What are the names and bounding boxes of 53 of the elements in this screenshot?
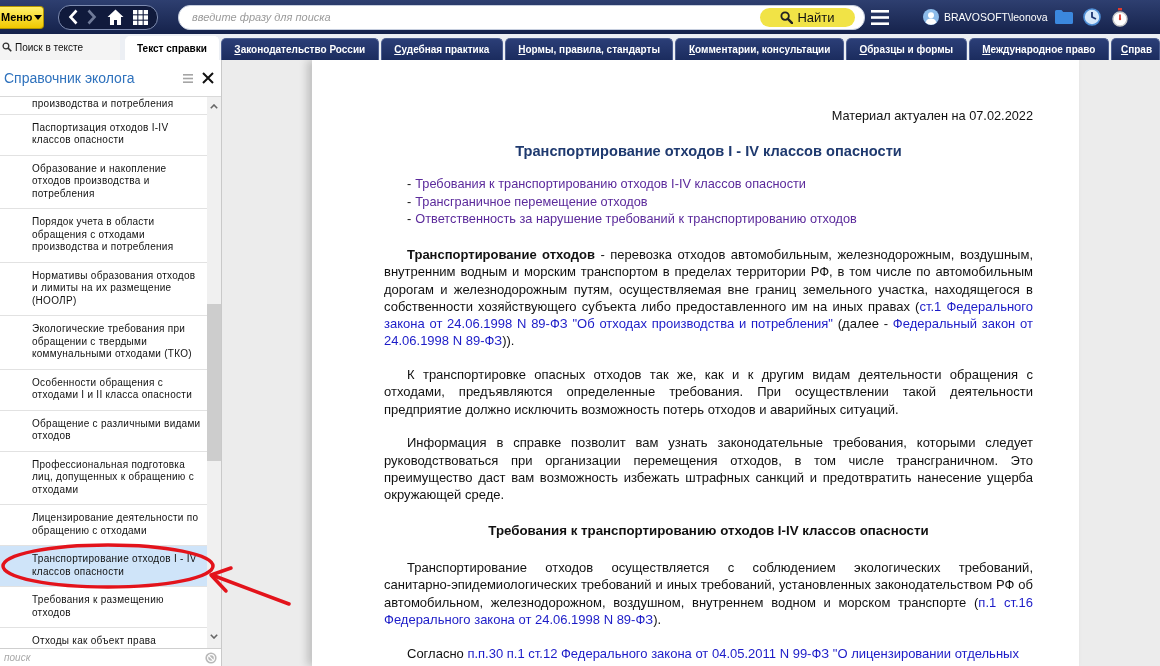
chevron-left-icon[interactable] — [67, 9, 78, 25]
search-icon — [2, 42, 12, 52]
grid-icon[interactable] — [133, 9, 149, 25]
list-dash: - — [407, 193, 412, 209]
list-dash: - — [407, 176, 412, 191]
search-field[interactable]: поиск — [4, 649, 201, 666]
sidebar-title: Справочник эколога — [4, 70, 136, 86]
search-icon — [780, 10, 794, 24]
scroll-down-icon[interactable] — [210, 634, 218, 639]
stopwatch-icon[interactable] — [1111, 7, 1128, 27]
menu-icon[interactable] — [871, 9, 889, 25]
user-name: BRAVOSOFT\leonova — [944, 11, 1048, 23]
scrollbar-thumb[interactable] — [207, 304, 221, 461]
tab[interactable]: Нормы, правила, стандарты — [504, 38, 674, 60]
tab[interactable]: Международное право — [968, 38, 1109, 60]
section-heading: Требования к транспортированию отходов I-IV классов опасности — [487, 521, 930, 539]
scrollbar[interactable] — [207, 97, 221, 648]
tab[interactable]: Комментарии, консультации — [675, 38, 844, 60]
text-link[interactable]: 24.06.1998 N 89-ФЗ — [384, 333, 503, 349]
user-icon — [923, 9, 939, 25]
caret-icon — [34, 14, 43, 20]
tab[interactable]: Образцы и формы — [845, 38, 967, 60]
clock-icon[interactable] — [1082, 8, 1101, 26]
date-note: Материал актуален на 07.02.2022 — [830, 107, 1033, 125]
paragraph: К транспортировке опасных отходов так же, как и к другим видам деятельности обращения с отходами, предъявляются определенные требования. При осуществлении такой деятельности предприятие должно исключить возможность потерь отходов и аварийных ситуаций. — [384, 366, 1033, 418]
text-link[interactable]: Федерального закона от 24.06.1998 N 89-ФЗ — [384, 611, 654, 627]
tab[interactable]: Справ — [1110, 38, 1160, 60]
sidebar-item[interactable]: производства и потребления — [0, 97, 207, 115]
tab[interactable]: Судебная практика — [380, 38, 503, 60]
find-button[interactable]: Найти — [760, 7, 855, 27]
text-link[interactable]: закона от 24.06.1998 N 89-ФЗ "Об отходах производства и потребления" — [384, 316, 833, 331]
scroll-up-icon[interactable] — [210, 104, 218, 109]
list-dash: - — [407, 211, 412, 226]
menu-button[interactable]: Меню — [0, 5, 44, 29]
search-field[interactable]: введите фразу для поиска Найти — [178, 4, 865, 30]
text-link[interactable]: ст.1 Федерального — [919, 298, 1033, 314]
home-icon[interactable] — [106, 9, 124, 25]
tab[interactable]: Законодательство России — [220, 38, 379, 60]
paragraph: Транспортирование отходов - перевозка отходов автомобильным, железнодорожным, воздушным, внутренним водным и морским транспортом в пределах территории РФ, в том числе по автомобильным дорогам и железнодорожным путям, осуществляемая вне границ земельного участка, находящегося в собственности хозяйствующего субъекта либо предоставленного им на иных правах (ст.1 Федерального закона от 24.06.1998 N 89-ФЗ "Об отходах производства и потребления" (далее - Федеральный закон от 24.06.1998 N 89-ФЗ)). — [384, 246, 1033, 350]
text-link[interactable]: Федеральный закон от — [892, 316, 1033, 331]
text-link[interactable]: п.1 ст.16 — [978, 594, 1033, 610]
document-title: Транспортирование отходов I - IV классов опасности — [514, 143, 903, 161]
tab[interactable]: Текст справки — [125, 36, 219, 60]
contents-link[interactable]: Требования к транспортированию отходов I-IV классов опасности — [415, 176, 806, 191]
text-search-tab[interactable]: Поиск в тексте — [0, 34, 120, 60]
paragraph: Согласно п.п.30 п.1 ст.12 Федерального закона от 04.05.2011 N 99-ФЗ "О лицензировании отдельных — [406, 644, 1020, 662]
contents-link[interactable]: Трансграничное перемещение отходов — [415, 193, 648, 209]
folder-icon[interactable] — [1054, 10, 1073, 24]
paragraph: Транспортирование отходов осуществляется с соблюдением экологических требований, санитарно-эпидемиологических требований и иных требований, установленных законодательством РФ об автомобильном, железнодорожном, воздушном, внутреннем водном и морском транспорте (п.1 ст.16 Федерального закона от 24.06.1998 N 89-ФЗ). — [384, 559, 1033, 628]
text-link[interactable]: п.п.30 п.1 ст.12 Федерального закона от 04.05.2011 N 99-ФЗ "О лицензировании отдельных — [467, 645, 1019, 661]
contents-link[interactable]: Ответственность за нарушение требований к транспортированию отходов — [415, 211, 857, 226]
paragraph: Информация в справке позволит вам узнать законодательные требования, которыми следует руководствоваться при организации перемещения отходов, в том числе трансграничном. Это преимущество даст вам возможность избежать штрафных санкций и предотвратить нанесение ущерба окружающей среде. — [384, 434, 1033, 504]
close-icon[interactable] — [202, 72, 214, 84]
